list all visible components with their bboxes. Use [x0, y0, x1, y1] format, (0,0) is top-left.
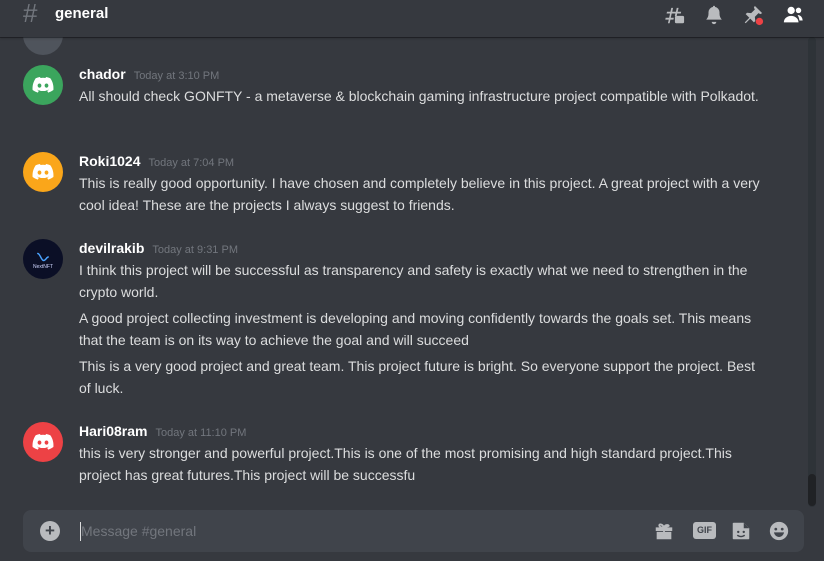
message-text: This is a very good project and great te…	[79, 358, 755, 396]
scrollbar-track[interactable]	[808, 37, 816, 507]
timestamp[interactable]: Today at 3:10 PM	[134, 70, 220, 82]
avatar[interactable]	[23, 422, 63, 462]
gif-icon[interactable]: GIF	[693, 522, 716, 539]
message-composer: + GIF	[23, 510, 804, 552]
discord-logo-icon	[32, 434, 54, 450]
avatar[interactable]	[23, 152, 63, 192]
message-text: I think this project will be successful …	[79, 262, 748, 300]
pin-icon[interactable]	[742, 4, 766, 26]
threads-icon[interactable]	[663, 4, 687, 24]
message-header: devilrakib Today at 9:31 PM	[79, 240, 238, 256]
scrollbar-thumb[interactable]	[808, 474, 816, 506]
timestamp[interactable]: Today at 9:31 PM	[152, 244, 238, 256]
nextnft-logo-icon	[37, 252, 49, 262]
message-text: this is very stronger and powerful proje…	[79, 445, 732, 483]
message-header: Roki1024 Today at 7:04 PM	[79, 153, 234, 169]
timestamp[interactable]: Today at 11:10 PM	[156, 427, 247, 439]
gift-icon[interactable]	[653, 520, 677, 542]
channel-header: # general	[0, 0, 824, 37]
discord-logo-icon	[32, 77, 54, 93]
message-input[interactable]	[81, 520, 601, 542]
username[interactable]: chador	[79, 66, 126, 82]
username[interactable]: Roki1024	[79, 153, 140, 169]
discord-logo-icon	[32, 164, 54, 180]
add-attachment-icon[interactable]: +	[40, 521, 60, 541]
sticker-icon[interactable]	[730, 520, 754, 542]
username[interactable]: Hari08ram	[79, 423, 148, 439]
bell-icon[interactable]	[703, 4, 727, 25]
emoji-icon[interactable]	[768, 520, 792, 542]
message-text: This is really good opportunity. I have …	[79, 175, 760, 213]
username[interactable]: devilrakib	[79, 240, 144, 256]
avatar-logo-text: NextNFT	[33, 264, 53, 270]
channel-hash-icon: #	[23, 0, 38, 28]
timestamp[interactable]: Today at 7:04 PM	[148, 157, 234, 169]
avatar[interactable]: NextNFT	[23, 239, 63, 279]
message-list[interactable]: chador Today at 3:10 PM All should check …	[0, 15, 808, 507]
member-list-icon[interactable]	[782, 4, 806, 24]
message-header: chador Today at 3:10 PM	[79, 66, 219, 82]
message-header: Hari08ram Today at 11:10 PM	[79, 423, 246, 439]
avatar[interactable]	[23, 65, 63, 105]
channel-name: general	[55, 5, 109, 22]
message-text: All should check GONFTY - a metaverse & …	[79, 88, 759, 104]
message-text: A good project collecting investment is …	[79, 310, 752, 348]
